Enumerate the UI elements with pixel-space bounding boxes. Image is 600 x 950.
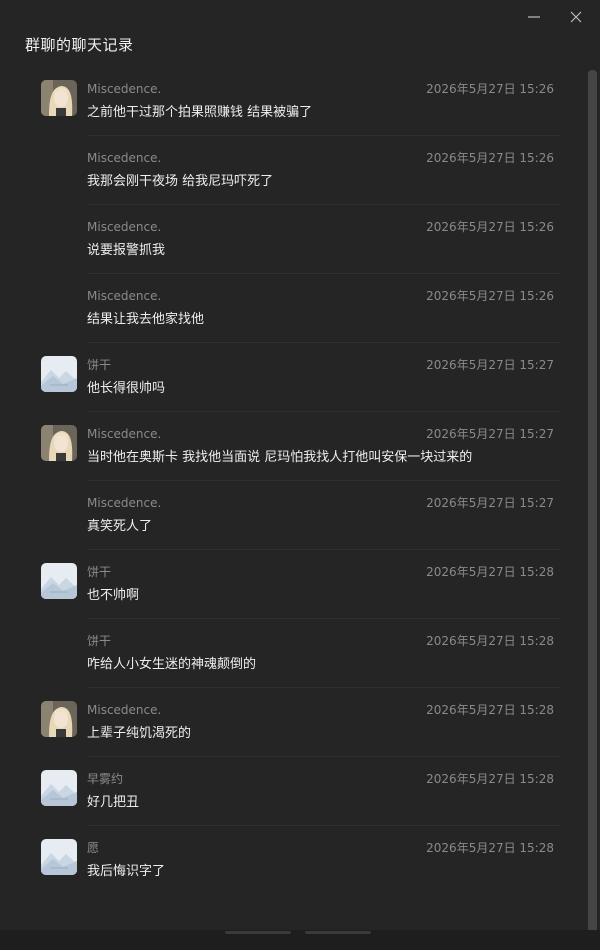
sender-name[interactable]: Miscedence. <box>87 495 161 511</box>
avatar[interactable] <box>41 563 77 599</box>
message-text: 当时他在奥斯卡 我找他当面说 尼玛怕我找人打他叫安保一块过来的 <box>87 450 473 465</box>
bottom-tab-indicator <box>305 931 371 934</box>
chat-message[interactable]: Miscedence. 2026年5月27日 15:26 说要报警抓我 <box>0 205 590 274</box>
message-timestamp: 2026年5月27日 15:26 <box>426 220 554 234</box>
default-avatar-icon <box>41 356 77 392</box>
message-text: 我那会刚干夜场 给我尼玛吓死了 <box>87 174 274 189</box>
sender-name[interactable]: 饼干 <box>87 357 111 373</box>
default-avatar-icon <box>41 563 77 599</box>
message-timestamp: 2026年5月27日 15:27 <box>426 427 554 441</box>
chat-message[interactable]: 饼干 2026年5月27日 15:28 咋给人小女生迷的神魂颠倒的 <box>0 619 590 688</box>
sender-name[interactable]: 饼干 <box>87 564 111 580</box>
message-timestamp: 2026年5月27日 15:28 <box>426 703 554 717</box>
message-text: 我后悔识字了 <box>87 864 166 879</box>
sender-name[interactable]: Miscedence. <box>87 219 161 235</box>
bottom-strip <box>0 930 600 950</box>
title-bar: 群聊的聊天记录 <box>0 0 600 64</box>
close-button[interactable] <box>564 6 588 28</box>
bottom-tab-indicator <box>225 931 291 934</box>
message-text: 好几把丑 <box>87 795 140 810</box>
message-timestamp: 2026年5月27日 15:28 <box>426 565 554 579</box>
message-text: 也不帅啊 <box>87 588 140 603</box>
sender-name[interactable]: 愿 <box>87 840 99 856</box>
message-text: 他长得很帅吗 <box>87 381 166 396</box>
chat-message[interactable]: Miscedence. 2026年5月27日 15:26 结果让我去他家找他 <box>0 274 590 343</box>
message-timestamp: 2026年5月27日 15:28 <box>426 772 554 786</box>
chat-message[interactable]: Miscedence. 2026年5月27日 15:27 当时他在奥斯卡 我找他当面… <box>0 412 590 481</box>
minimize-button[interactable] <box>522 6 546 28</box>
message-text: 结果让我去他家找他 <box>87 312 205 327</box>
avatar[interactable] <box>41 701 77 737</box>
default-avatar-icon <box>41 839 77 875</box>
avatar[interactable] <box>41 356 77 392</box>
user-photo-icon <box>41 425 77 461</box>
minimize-icon <box>528 16 540 18</box>
message-timestamp: 2026年5月27日 15:27 <box>426 358 554 372</box>
chat-history-window: 群聊的聊天记录 Miscedence. 2026年5月27日 15:26 之前他干过… <box>0 0 600 950</box>
message-text: 说要报警抓我 <box>87 243 166 258</box>
message-timestamp: 2026年5月27日 15:26 <box>426 151 554 165</box>
message-list[interactable]: Miscedence. 2026年5月27日 15:26 之前他干过那个拍果照赚钱 … <box>0 67 590 929</box>
message-timestamp: 2026年5月27日 15:28 <box>426 634 554 648</box>
message-timestamp: 2026年5月27日 15:27 <box>426 496 554 510</box>
sender-name[interactable]: 早雾约 <box>87 771 123 787</box>
message-text: 上辈子纯饥渴死的 <box>87 726 192 741</box>
sender-name[interactable]: Miscedence. <box>87 702 161 718</box>
sender-name[interactable]: Miscedence. <box>87 426 161 442</box>
avatar[interactable] <box>41 425 77 461</box>
scrollbar-thumb[interactable] <box>588 70 597 932</box>
sender-name[interactable]: 饼干 <box>87 633 111 649</box>
default-avatar-icon <box>41 770 77 806</box>
chat-message[interactable]: 早雾约 2026年5月27日 15:28 好几把丑 <box>0 757 590 826</box>
scrollbar[interactable] <box>588 70 597 932</box>
chat-message[interactable]: 饼干 2026年5月27日 15:28 也不帅啊 <box>0 550 590 619</box>
chat-message[interactable]: Miscedence. 2026年5月27日 15:27 真笑死人了 <box>0 481 590 550</box>
user-photo-icon <box>41 701 77 737</box>
message-text: 之前他干过那个拍果照赚钱 结果被骗了 <box>87 105 313 120</box>
message-timestamp: 2026年5月27日 15:26 <box>426 289 554 303</box>
chat-message[interactable]: Miscedence. 2026年5月27日 15:26 我那会刚干夜场 给我尼玛吓… <box>0 136 590 205</box>
chat-message[interactable]: Miscedence. 2026年5月27日 15:26 之前他干过那个拍果照赚钱 … <box>0 67 590 136</box>
window-title: 群聊的聊天记录 <box>25 36 134 54</box>
sender-name[interactable]: Miscedence. <box>87 150 161 166</box>
close-icon <box>570 11 582 23</box>
chat-message[interactable]: 饼干 2026年5月27日 15:27 他长得很帅吗 <box>0 343 590 412</box>
sender-name[interactable]: Miscedence. <box>87 288 161 304</box>
message-text: 咋给人小女生迷的神魂颠倒的 <box>87 657 257 672</box>
avatar[interactable] <box>41 80 77 116</box>
user-photo-icon <box>41 80 77 116</box>
avatar[interactable] <box>41 770 77 806</box>
avatar[interactable] <box>41 839 77 875</box>
message-text: 真笑死人了 <box>87 519 153 534</box>
chat-message[interactable]: Miscedence. 2026年5月27日 15:28 上辈子纯饥渴死的 <box>0 688 590 757</box>
chat-message[interactable]: 愿 2026年5月27日 15:28 我后悔识字了 <box>0 826 590 895</box>
message-timestamp: 2026年5月27日 15:28 <box>426 841 554 855</box>
sender-name[interactable]: Miscedence. <box>87 81 161 97</box>
message-timestamp: 2026年5月27日 15:26 <box>426 82 554 96</box>
